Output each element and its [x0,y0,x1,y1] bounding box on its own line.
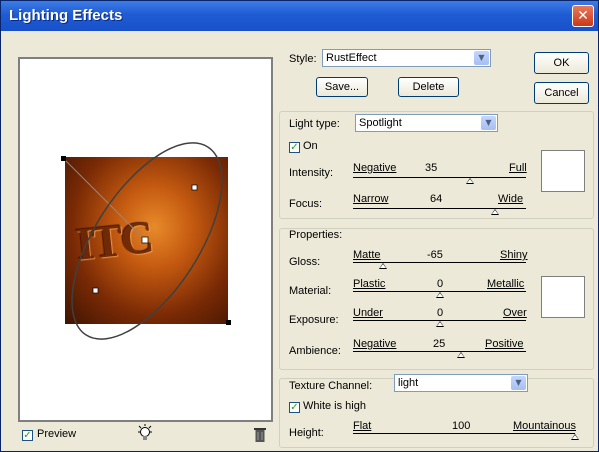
gloss-max-label: Shiny [500,249,528,261]
texture-channel-value: light [398,377,419,389]
style-value: RustEffect [326,52,377,64]
exposure-max-label: Over [503,307,527,319]
close-button[interactable]: ✕ [572,5,594,27]
light-bulb-icon[interactable] [137,424,153,444]
material-max-label: Metallic [487,278,525,290]
material-value: 0 [437,278,444,290]
height-label: Height: [289,427,324,439]
focus-min-label: Narrow [353,193,389,205]
focus-label: Focus: [289,198,323,210]
height-slider-track[interactable] [353,433,575,434]
material-slider-thumb[interactable] [435,292,444,298]
light-type-dropdown[interactable]: Spotlight ▼ [355,114,498,132]
preview-checkbox[interactable]: ✓ [22,430,33,441]
height-min-label: Flat [353,420,372,432]
material-min-label: Plastic [353,278,386,290]
focus-slider-thumb[interactable] [490,209,499,215]
height-max-label: Mountainous [513,420,576,432]
gloss-label: Gloss: [289,256,321,268]
focus-slider-track[interactable] [353,208,526,209]
gloss-value: -65 [427,249,443,261]
ok-button[interactable]: OK [534,52,589,74]
preview-label: Preview [37,428,77,440]
exposure-label: Exposure: [289,314,339,326]
trash-icon[interactable] [254,427,266,443]
height-value: 100 [452,420,471,432]
ambience-label: Ambience: [289,345,341,357]
ambience-slider-thumb[interactable] [457,352,466,358]
intensity-label: Intensity: [289,167,334,179]
focus-max-label: Wide [498,193,524,205]
cancel-button[interactable]: Cancel [534,82,589,104]
properties-title: Properties: [289,229,343,241]
ambience-max-label: Positive [485,338,524,350]
height-slider-thumb[interactable] [571,434,579,440]
exposure-min-label: Under [353,307,383,319]
intensity-min-label: Negative [353,162,397,174]
title-bar[interactable]: Lighting Effects ✕ [1,1,598,31]
ambience-value: 25 [433,338,446,350]
ambience-slider-track[interactable] [353,351,526,352]
intensity-value: 35 [425,162,438,174]
intensity-slider-thumb[interactable] [465,178,474,184]
texture-channel-label: Texture Channel: [289,380,373,392]
exposure-value: 0 [437,307,444,319]
delete-style-button[interactable]: Delete [398,77,459,97]
white-is-high-label: White is high [303,400,366,412]
ambience-min-label: Negative [353,338,397,350]
style-dropdown[interactable]: RustEffect ▼ [322,49,491,67]
light-on-checkbox[interactable]: ✓ [289,142,300,153]
save-style-button[interactable]: Save... [316,77,368,97]
intensity-slider-track[interactable] [353,177,526,178]
light-color-swatch[interactable] [541,150,585,192]
chevron-down-icon: ▼ [481,116,496,130]
light-on-label: On [303,140,318,152]
gloss-min-label: Matte [353,249,381,261]
gloss-slider-thumb[interactable] [379,263,388,269]
material-label: Material: [289,285,332,297]
preview-image-text: ITC [73,211,155,270]
white-is-high-checkbox[interactable]: ✓ [289,402,300,413]
chevron-down-icon: ▼ [511,376,526,390]
chevron-down-icon: ▼ [474,51,489,65]
intensity-max-label: Full [509,162,527,174]
exposure-slider-thumb[interactable] [435,321,444,327]
texture-channel-dropdown[interactable]: light ▼ [394,374,528,392]
focus-value: 64 [430,193,443,205]
style-label: Style: [289,53,317,65]
dialog-title: Lighting Effects [9,7,123,24]
light-type-value: Spotlight [359,117,402,129]
light-type-label: Light type: [289,118,340,130]
ambient-color-swatch[interactable] [541,276,585,318]
